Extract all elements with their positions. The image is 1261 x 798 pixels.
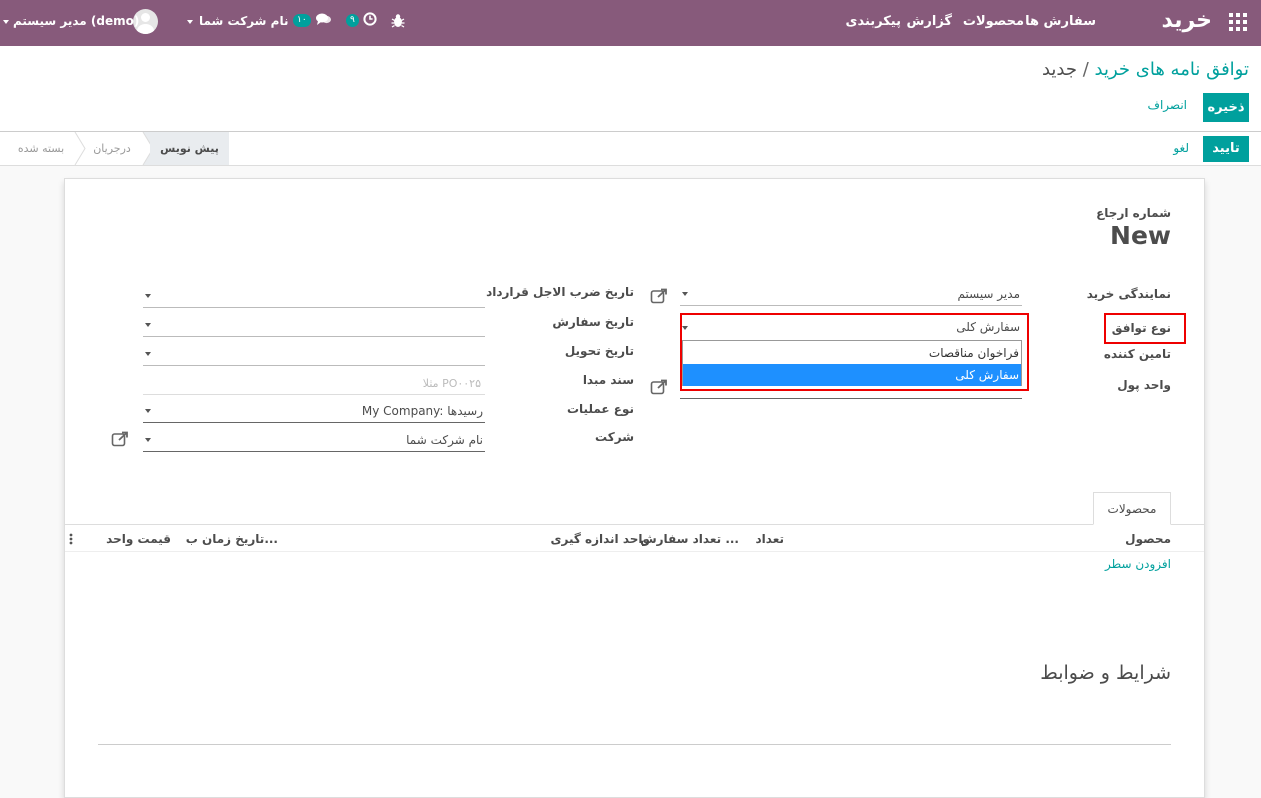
deadline-label: تاریخ ضرب الاجل قرارداد [486, 285, 634, 299]
messaging-menu[interactable]: ۱۰ [293, 11, 332, 27]
col-scheduled-date[interactable]: تاریخ زمان ب... [186, 532, 278, 546]
column-options-icon[interactable] [69, 533, 73, 545]
company-label: شرکت [595, 430, 634, 444]
notebook-tabs: محصولات [65, 492, 1204, 525]
currency-label: واحد پول [1117, 378, 1171, 392]
activity-menu[interactable]: ۹ [346, 11, 377, 27]
breadcrumb-parent[interactable]: توافق نامه های خرید [1095, 59, 1249, 80]
discard-button[interactable]: انصراف [1148, 98, 1187, 112]
add-line-link[interactable]: افزودن سطر [1105, 557, 1171, 571]
save-button[interactable]: ذخیره [1203, 93, 1249, 122]
chevron-down-icon [3, 19, 9, 24]
highlight-field [680, 313, 1029, 391]
stage-draft[interactable]: پیش نویس [150, 132, 229, 165]
external-link-icon[interactable] [650, 379, 668, 395]
col-product[interactable]: محصول [1125, 532, 1171, 546]
purchase-rep-value: مدیر سیستم [957, 287, 1021, 301]
chevron-down-icon [145, 323, 151, 327]
purchase-rep-field[interactable]: مدیر سیستم [680, 284, 1022, 306]
table-header: محصول تعداد تعداد سفارش ... واحد اندازه … [65, 525, 1204, 552]
delivery-date-label: تاریخ تحویل [564, 344, 634, 358]
menu-orders[interactable]: سفارش ها [1025, 14, 1096, 29]
activity-count-badge: ۹ [346, 14, 359, 27]
source-document-field[interactable]: مثلا PO۰۰۲۵ [143, 373, 485, 395]
company-switcher[interactable]: نام شرکت شما [185, 14, 288, 28]
col-quantity[interactable]: تعداد [756, 532, 784, 546]
message-count-badge: ۱۰ [293, 14, 311, 27]
user-menu[interactable]: مدیر سیستم (demo) [3, 14, 139, 28]
company-field[interactable]: نام شرکت شما [143, 430, 485, 452]
chevron-down-icon [187, 19, 193, 24]
operation-type-label: نوع عملیات [566, 402, 634, 416]
external-link-icon[interactable] [650, 288, 668, 304]
breadcrumb-current: جدید [1041, 59, 1077, 80]
deadline-field[interactable] [143, 286, 485, 308]
vendor-label: تامین کننده [1103, 347, 1171, 361]
reference-label: شماره ارجاع [1096, 206, 1171, 220]
company-name: نام شرکت شما [199, 14, 289, 28]
company-value: نام شرکت شما [406, 433, 483, 447]
menu-reporting[interactable]: گزارش [906, 14, 952, 29]
stage-closed[interactable]: بسته شده [12, 132, 70, 165]
comments-icon [315, 13, 331, 25]
chevron-down-icon [145, 352, 151, 356]
purchase-rep-label: نمایندگی خرید [1086, 287, 1171, 301]
control-panel: توافق نامه های خرید / جدید ذخیره انصراف [0, 46, 1261, 132]
reference-value: New [1110, 221, 1171, 250]
status-bar: تایید لغو پیش نویس درجریان بسته شده [0, 132, 1261, 166]
menu-configuration[interactable]: پیکربندی [846, 14, 901, 29]
user-name: مدیر سیستم (demo) [13, 14, 140, 28]
order-date-label: تاریخ سفارش [552, 315, 634, 329]
tab-products[interactable]: محصولات [1093, 492, 1171, 525]
highlight-label [1104, 313, 1186, 344]
breadcrumb-separator: / [1082, 59, 1089, 80]
terms-heading: شرایط و ضوابط [1040, 662, 1171, 684]
external-link-icon[interactable] [111, 431, 129, 447]
chevron-down-icon [682, 292, 688, 296]
breadcrumb: توافق نامه های خرید / جدید [1042, 59, 1249, 80]
delivery-date-field[interactable] [143, 344, 485, 366]
cancel-button[interactable]: لغو [1173, 141, 1189, 155]
form-sheet: شماره ارجاع New نمایندگی خرید نوع توافق … [64, 178, 1205, 798]
chevron-down-icon [145, 438, 151, 442]
stage-in-progress[interactable]: درجریان [86, 132, 138, 165]
operation-type-field[interactable]: My Company: رسیدها [143, 401, 485, 423]
col-ordered-quantity[interactable]: تعداد سفارش ... [640, 532, 739, 546]
top-navbar: خرید سفارش ها محصولات گزارش پیکربندی ۹ ۱… [0, 0, 1261, 46]
apps-grid-icon[interactable] [1229, 13, 1247, 31]
terms-divider[interactable] [98, 744, 1171, 745]
operation-type-value: My Company: رسیدها [361, 404, 483, 418]
order-date-field[interactable] [143, 315, 485, 337]
confirm-button[interactable]: تایید [1203, 136, 1249, 162]
chevron-down-icon [145, 409, 151, 413]
menu-products[interactable]: محصولات [963, 14, 1024, 29]
source-document-label: سند مبدا [582, 373, 634, 387]
debug-bug-icon[interactable] [391, 13, 405, 29]
col-unit-price[interactable]: قیمت واحد [106, 532, 171, 546]
chevron-down-icon [145, 294, 151, 298]
col-uom[interactable]: واحد اندازه گیری [550, 532, 650, 546]
clock-icon [363, 11, 377, 26]
app-title: خرید [1161, 8, 1212, 33]
source-document-placeholder: مثلا PO۰۰۲۵ [422, 377, 481, 390]
